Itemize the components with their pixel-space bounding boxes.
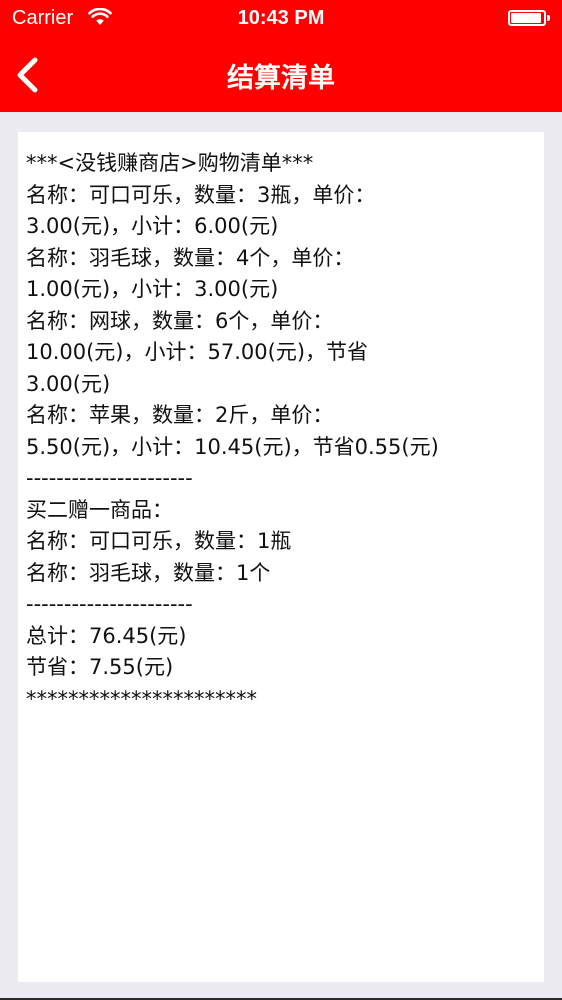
- nav-bar: 结算清单: [0, 40, 562, 112]
- receipt-line: 名称：苹果，数量：2斤，单价：: [26, 403, 334, 427]
- receipt-line: 名称：可口可乐，数量：3瓶，单价：: [26, 182, 376, 207]
- receipt-line: 名称：羽毛球，数量：4个，单价：: [26, 245, 355, 270]
- receipt-line: 3.00(元): [26, 371, 111, 396]
- receipt-total-line: 总计：76.45(元): [26, 623, 187, 648]
- receipt-savings-line: 节省：7.55(元): [26, 655, 174, 679]
- receipt-divider: ----------------------: [26, 466, 193, 490]
- status-bar: Carrier 10:43 PM: [0, 0, 562, 40]
- receipt-card: ***<没钱赚商店>购物清单*** 名称：可口可乐，数量：3瓶，单价： 3.00…: [18, 132, 544, 982]
- status-time: 10:43 PM: [237, 7, 325, 29]
- receipt-line: 买二赠一商品：: [26, 497, 173, 522]
- receipt-line: 1.00(元)，小计：3.00(元): [26, 277, 279, 301]
- receipt-header-line: ***<没钱赚商店>购物清单***: [26, 151, 314, 175]
- receipt-line: 名称：网球，数量：6个，单价：: [26, 308, 334, 333]
- receipt-line: 名称：羽毛球，数量：1个: [26, 560, 271, 585]
- page-title: 结算清单: [227, 63, 335, 94]
- header: Carrier 10:43 PM 结算清单: [0, 0, 562, 112]
- receipt-text: ***<没钱赚商店>购物清单*** 名称：可口可乐，数量：3瓶，单价： 3.00…: [26, 148, 540, 715]
- receipt-line: 3.00(元)，小计：6.00(元): [26, 214, 279, 238]
- receipt-footer-line: **********************: [26, 686, 257, 711]
- receipt-divider: ----------------------: [26, 592, 193, 616]
- battery-icon: [508, 10, 552, 28]
- receipt-line: 名称：可口可乐，数量：1瓶: [26, 529, 292, 553]
- receipt-line: 10.00(元)，小计：57.00(元)，节省: [26, 340, 369, 364]
- receipt-line: 5.50(元)，小计：10.45(元)，节省0.55(元): [26, 434, 439, 459]
